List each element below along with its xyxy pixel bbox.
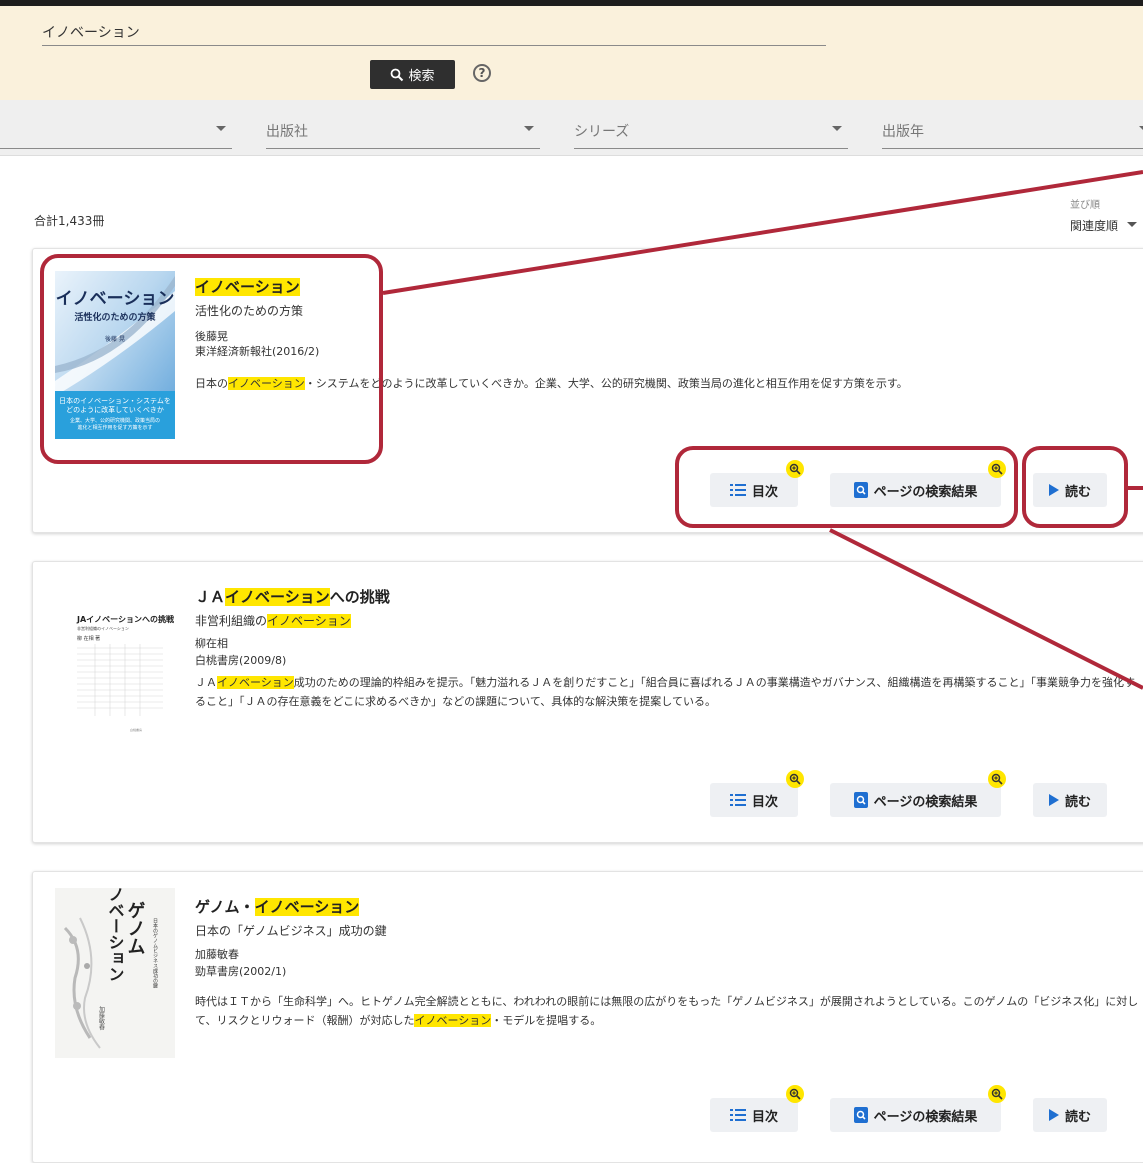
annotation-lines <box>382 170 1143 690</box>
